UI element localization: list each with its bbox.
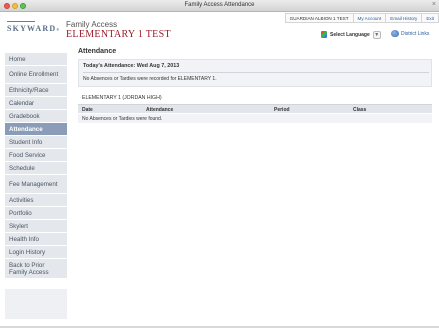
language-selector[interactable]: Select Language ▼: [321, 30, 381, 39]
exit-link[interactable]: Exit: [422, 14, 439, 22]
language-label[interactable]: Select Language: [330, 32, 370, 38]
divider: [83, 72, 429, 73]
sidebar-item-fee-management[interactable]: Fee Management: [5, 175, 67, 194]
app-label: Family Access: [66, 20, 118, 29]
logo-divider: [7, 21, 35, 22]
attendance-table-header: Date Attendance Period Class: [78, 104, 432, 113]
sidebar-item-portfolio[interactable]: Portfolio: [5, 207, 67, 220]
sidebar-item-schedule[interactable]: Schedule: [5, 162, 67, 175]
email-history-link[interactable]: Email History: [386, 14, 423, 22]
sidebar-item-label: Gradebook: [9, 112, 40, 120]
sidebar-item-skylert[interactable]: Skylert: [5, 220, 67, 233]
table-row: No Absences or Tardies were found.: [78, 114, 432, 123]
top-links-bar: GUARDIAN ALBION 1 TEST My Account Email …: [284, 13, 439, 23]
sidebar-item-activities[interactable]: Activities: [5, 194, 67, 207]
chevron-down-icon[interactable]: ▼: [372, 30, 381, 39]
my-account-link[interactable]: My Account: [354, 14, 387, 22]
sidebar-item-label: Back to Prior Family Access: [9, 261, 49, 276]
sidebar-item-attendance[interactable]: Attendance: [5, 123, 67, 136]
skyward-logo: SKYWARD®: [7, 24, 59, 33]
column-header-class[interactable]: Class: [353, 107, 366, 113]
todays-attendance-title: Today's Attendance: Wed Aug 7, 2013: [83, 63, 180, 69]
sidebar-nav: Home Online Enrollment Ethnicity/Race Ca…: [5, 53, 67, 279]
globe-icon: [391, 30, 399, 37]
sidebar-item-gradebook[interactable]: Gradebook: [5, 110, 67, 123]
sidebar-item-label: Online Enrollment: [9, 71, 59, 78]
sidebar-item-back-to-prior[interactable]: Back to Prior Family Access: [5, 259, 67, 279]
sidebar-item-label: Food Service: [9, 151, 46, 159]
district-links-label[interactable]: District Links: [401, 31, 429, 37]
translate-icon: [321, 31, 327, 38]
guardian-name: GUARDIAN ALBION 1 TEST: [286, 14, 354, 22]
page-title: Attendance: [78, 48, 117, 55]
column-header-attendance[interactable]: Attendance: [146, 107, 173, 113]
sidebar-item-health-info[interactable]: Health Info: [5, 233, 67, 246]
column-header-date[interactable]: Date: [82, 107, 93, 113]
sidebar-filler: [5, 289, 67, 319]
sidebar-item-ethnicity-race[interactable]: Ethnicity/Race: [5, 84, 67, 97]
empty-table-message: No Absences or Tardies were found.: [82, 115, 163, 122]
sidebar-item-label: Ethnicity/Race: [9, 86, 49, 94]
sidebar-item-label: Health Info: [9, 235, 39, 243]
sidebar-item-label: Fee Management: [9, 180, 58, 188]
sidebar-item-online-enrollment[interactable]: Online Enrollment: [5, 66, 67, 84]
district-links[interactable]: District Links: [391, 30, 429, 37]
window-titlebar: Family Access Attendance ×: [0, 0, 439, 12]
sidebar-item-student-info[interactable]: Student Info: [5, 136, 67, 149]
sidebar-item-calendar[interactable]: Calendar: [5, 97, 67, 110]
school-name: ELEMENTARY 1 TEST: [66, 29, 171, 40]
sidebar-item-label: Schedule: [9, 164, 35, 172]
close-icon[interactable]: ×: [432, 1, 436, 8]
sidebar-item-label: Skylert: [9, 222, 28, 230]
school-section-header: ELEMENTARY 1 (JORDAN HIGH): [82, 95, 162, 101]
sidebar-item-label: Activities: [9, 196, 34, 204]
sidebar-item-label: Home: [9, 55, 26, 63]
sidebar-item-label: Login History: [9, 248, 46, 256]
todays-attendance-message: No Absences or Tardies were recorded for…: [83, 76, 217, 82]
logo-text: SKYWARD: [7, 24, 57, 33]
window-title: Family Access Attendance: [184, 2, 255, 8]
sidebar-item-label: Attendance: [9, 125, 43, 133]
sidebar-item-food-service[interactable]: Food Service: [5, 149, 67, 162]
sidebar-item-login-history[interactable]: Login History: [5, 246, 67, 259]
sidebar-item-label: Student Info: [9, 138, 43, 146]
column-header-period[interactable]: Period: [274, 107, 290, 113]
sidebar-item-label: Calendar: [9, 99, 35, 107]
sidebar-item-home[interactable]: Home: [5, 53, 67, 66]
logo-registered-mark: ®: [56, 27, 60, 32]
sidebar-item-label: Portfolio: [9, 209, 32, 217]
todays-attendance-panel: Today's Attendance: Wed Aug 7, 2013 No A…: [78, 59, 432, 87]
